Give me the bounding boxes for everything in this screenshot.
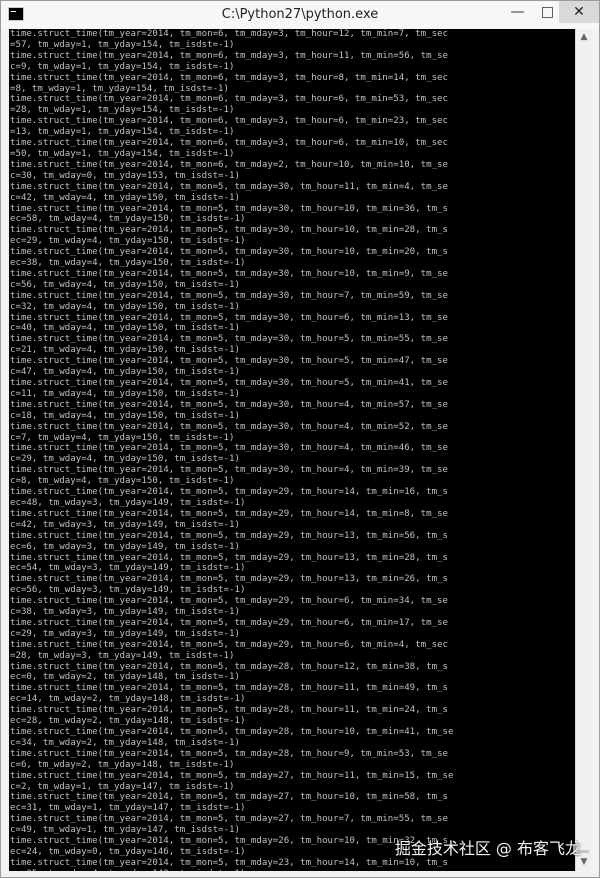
vertical-scrollbar[interactable]: ▲ ▼ xyxy=(575,29,591,871)
console-line: time.struct_time(tm_year=2014, tm_mon=6,… xyxy=(10,159,448,170)
console-line: time.struct_time(tm_year=2014, tm_mon=5,… xyxy=(10,530,448,541)
console-line: c=42, tm_wday=4, tm_yday=150, tm_isdst=-… xyxy=(10,192,240,203)
console-line: time.struct_time(tm_year=2014, tm_mon=5,… xyxy=(10,661,448,672)
console-line: ec=56, tm_wday=3, tm_yday=149, tm_isdst=… xyxy=(10,585,246,596)
console-line: time.struct_time(tm_year=2014, tm_mon=5,… xyxy=(10,443,448,454)
console-line: time.struct_time(tm_year=2014, tm_mon=5,… xyxy=(10,508,448,519)
console-client-area[interactable]: time.struct_time(tm_year=2014, tm_mon=6,… xyxy=(9,29,577,871)
console-line: =8, tm_wday=1, tm_yday=154, tm_isdst=-1) xyxy=(10,83,229,94)
console-line: ec=48, tm_wday=3, tm_yday=149, tm_isdst=… xyxy=(10,497,246,508)
console-line: time.struct_time(tm_year=2014, tm_mon=6,… xyxy=(10,50,448,61)
console-line: time.struct_time(tm_year=2014, tm_mon=6,… xyxy=(10,138,448,149)
console-line: c=7, tm_wday=4, tm_yday=150, tm_isdst=-1… xyxy=(10,432,235,443)
console-line: ec=0, tm_wday=2, tm_yday=148, tm_isdst=-… xyxy=(10,672,240,683)
console-line: time.struct_time(tm_year=2014, tm_mon=5,… xyxy=(10,574,448,585)
console-line: time.struct_time(tm_year=2014, tm_mon=6,… xyxy=(10,94,448,105)
console-line: ec=54, tm_wday=3, tm_yday=149, tm_isdst=… xyxy=(10,563,246,574)
console-line: =13, tm_wday=1, tm_yday=154, tm_isdst=-1… xyxy=(10,127,235,138)
console-line: time.struct_time(tm_year=2014, tm_mon=5,… xyxy=(10,247,448,258)
console-line: time.struct_time(tm_year=2014, tm_mon=5,… xyxy=(10,378,448,388)
console-line: c=38, tm_wday=3, tm_yday=149, tm_isdst=-… xyxy=(10,607,240,618)
console-line: ec=38, tm_wday=4, tm_yday=150, tm_isdst=… xyxy=(10,258,246,269)
console-line: ec=58, tm_wday=4, tm_yday=150, tm_isdst=… xyxy=(10,214,246,225)
console-line: time.struct_time(tm_year=2014, tm_mon=5,… xyxy=(10,334,448,345)
console-line: time.struct_time(tm_year=2014, tm_mon=5,… xyxy=(10,770,454,781)
console-line: ec=28, tm_wday=2, tm_yday=148, tm_isdst=… xyxy=(10,716,246,727)
console-line: ec=14, tm_wday=2, tm_yday=148, tm_isdst=… xyxy=(10,694,246,705)
console-line: time.struct_time(tm_year=2014, tm_mon=5,… xyxy=(10,312,448,323)
console-output[interactable]: time.struct_time(tm_year=2014, tm_mon=6,… xyxy=(9,29,577,871)
console-line: c=29, tm_wday=4, tm_yday=150, tm_isdst=-… xyxy=(10,454,240,465)
console-line: ec=6, tm_wday=3, tm_yday=149, tm_isdst=-… xyxy=(10,541,240,552)
console-line: time.struct_time(tm_year=2014, tm_mon=5,… xyxy=(10,203,448,214)
close-button[interactable]: ✕ xyxy=(559,1,599,23)
console-line: time.struct_time(tm_year=2014, tm_mon=5,… xyxy=(10,356,448,367)
console-line: time.struct_time(tm_year=2014, tm_mon=5,… xyxy=(10,748,448,759)
watermark-text: 掘金技术社区 @ 布客飞龙 xyxy=(394,839,581,858)
console-line: =57, tm_wday=1, tm_yday=154, tm_isdst=-1… xyxy=(10,39,235,50)
console-line: c=56, tm_wday=4, tm_yday=150, tm_isdst=-… xyxy=(10,279,240,290)
console-line: =28, tm_wday=3, tm_yday=149, tm_isdst=-1… xyxy=(10,650,235,661)
console-window: C:\Python27\python.exe — □ ✕ time.struct… xyxy=(0,0,600,878)
console-line: c=47, tm_wday=4, tm_yday=150, tm_isdst=-… xyxy=(10,367,240,378)
console-line: time.struct_time(tm_year=2014, tm_mon=5,… xyxy=(10,181,448,192)
console-line: c=2, tm_wday=1, tm_yday=147, tm_isdst=-1… xyxy=(10,781,235,792)
console-line: c=32, tm_wday=4, tm_yday=150, tm_isdst=-… xyxy=(10,301,240,312)
console-line: c=34, tm_wday=2, tm_yday=148, tm_isdst=-… xyxy=(10,737,240,748)
console-line: time.struct_time(tm_year=2014, tm_mon=5,… xyxy=(10,617,448,628)
console-line: time.struct_time(tm_year=2014, tm_mon=5,… xyxy=(10,421,448,432)
console-line: time.struct_time(tm_year=2014, tm_mon=5,… xyxy=(10,225,448,236)
console-line: c=30, tm_wday=0, tm_yday=153, tm_isdst=-… xyxy=(10,170,240,181)
console-line: ec=31, tm_wday=1, tm_yday=147, tm_isdst=… xyxy=(10,803,246,814)
console-line: c=8, tm_wday=4, tm_yday=150, tm_isdst=-1… xyxy=(10,476,235,487)
console-line: ec=35, tm_wday=4, tm_yday=143, tm_isdst=… xyxy=(9,869,577,871)
console-line: c=42, tm_wday=3, tm_yday=149, tm_isdst=-… xyxy=(10,519,240,530)
console-line: c=11, tm_wday=4, tm_yday=150, tm_isdst=-… xyxy=(10,388,240,399)
console-line: time.struct_time(tm_year=2014, tm_mon=6,… xyxy=(10,116,448,127)
console-line: c=21, tm_wday=4, tm_yday=150, tm_isdst=-… xyxy=(10,345,240,356)
console-line: time.struct_time(tm_year=2014, tm_mon=5,… xyxy=(10,792,448,803)
console-line: time.struct_time(tm_year=2014, tm_mon=5,… xyxy=(10,683,448,694)
console-line: c=6, tm_wday=2, tm_yday=148, tm_isdst=-1… xyxy=(10,759,235,770)
console-line: ec=29, tm_wday=4, tm_yday=150, tm_isdst=… xyxy=(10,236,246,247)
console-line: c=40, tm_wday=4, tm_yday=150, tm_isdst=-… xyxy=(10,323,240,334)
maximize-button[interactable]: □ xyxy=(534,1,561,23)
console-line: time.struct_time(tm_year=2014, tm_mon=5,… xyxy=(10,727,454,737)
console-line: time.struct_time(tm_year=2014, tm_mon=5,… xyxy=(10,268,448,279)
console-line: time.struct_time(tm_year=2014, tm_mon=5,… xyxy=(10,705,448,716)
minimize-button[interactable]: — xyxy=(504,1,531,23)
console-line: time.struct_time(tm_year=2014, tm_mon=5,… xyxy=(10,552,448,563)
scroll-up-arrow[interactable]: ▲ xyxy=(576,29,592,46)
console-line: =28, tm_wday=1, tm_yday=154, tm_isdst=-1… xyxy=(10,105,235,116)
console-line: time.struct_time(tm_year=2014, tm_mon=6,… xyxy=(10,29,448,39)
console-line: c=9, tm_wday=1, tm_yday=154, tm_isdst=-1… xyxy=(10,61,235,72)
console-line: time.struct_time(tm_year=2014, tm_mon=6,… xyxy=(10,72,448,83)
console-line: c=18, tm_wday=4, tm_yday=150, tm_isdst=-… xyxy=(10,410,240,421)
console-line: =50, tm_wday=1, tm_yday=154, tm_isdst=-1… xyxy=(10,148,235,159)
console-line: time.struct_time(tm_year=2014, tm_mon=5,… xyxy=(10,596,448,607)
console-line: time.struct_time(tm_year=2014, tm_mon=5,… xyxy=(10,814,448,825)
console-line: time.struct_time(tm_year=2014, tm_mon=5,… xyxy=(10,639,448,650)
console-line: time.struct_time(tm_year=2014, tm_mon=5,… xyxy=(10,465,448,476)
title-bar[interactable]: C:\Python27\python.exe — □ ✕ xyxy=(1,1,599,29)
console-line: time.struct_time(tm_year=2014, tm_mon=5,… xyxy=(10,487,448,498)
console-line: c=29, tm_wday=3, tm_yday=149, tm_isdst=-… xyxy=(10,628,240,639)
console-line: time.struct_time(tm_year=2014, tm_mon=5,… xyxy=(10,857,448,868)
console-line: time.struct_time(tm_year=2014, tm_mon=5,… xyxy=(10,290,448,301)
console-line: time.struct_time(tm_year=2014, tm_mon=5,… xyxy=(10,399,448,410)
